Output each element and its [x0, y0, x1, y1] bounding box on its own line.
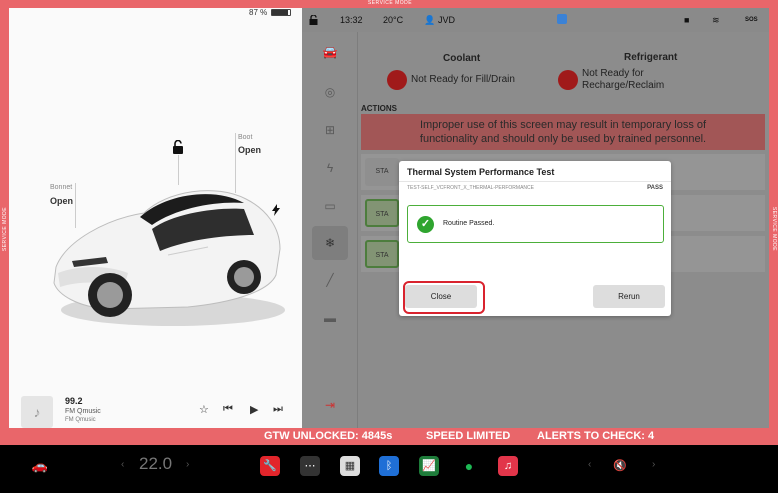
service-mode-right-label: SERVICE MODE — [771, 206, 778, 252]
wrench-icon[interactable]: 🔧 — [260, 456, 280, 476]
volume-up-chevron-icon[interactable]: › — [652, 459, 655, 470]
coolant-status-dot — [387, 70, 407, 90]
gtw-unlocked-status: GTW UNLOCKED: 4845s — [264, 430, 393, 442]
refrigerant-status-dot — [558, 70, 578, 90]
energy-graph-icon[interactable]: 📈 — [419, 456, 439, 476]
music-note-icon[interactable]: ♪ — [21, 396, 53, 428]
lightning-icon[interactable]: ϟ — [322, 160, 338, 176]
result-message-box: ✓ Routine Passed. — [407, 205, 664, 243]
mute-icon[interactable]: 🔇 — [610, 456, 630, 476]
more-apps-icon[interactable]: ⋯ — [300, 456, 320, 476]
alerts-to-check[interactable]: ALERTS TO CHECK: 4 — [537, 430, 654, 442]
warning-line2: functionality and should only be used by… — [419, 133, 707, 145]
service-mode-top-label: SERVICE MODE — [367, 0, 413, 6]
coolant-status: Not Ready for Fill/Drain — [411, 74, 515, 85]
battery-fill — [272, 10, 288, 15]
temp-increase-chevron-icon[interactable]: › — [186, 459, 189, 470]
service-sidebar: 🚘 ◎ ⊞ ϟ ▭ ❄ ╱ ▬ ⇥ — [302, 32, 358, 445]
temp-decrease-chevron-icon[interactable]: ‹ — [121, 459, 124, 470]
steering-wheel-icon[interactable]: ◎ — [322, 84, 338, 100]
snowflake-icon[interactable]: ❄ — [312, 226, 348, 260]
boot-label: Boot — [238, 134, 253, 141]
dialog-divider — [399, 181, 671, 182]
spotify-icon[interactable]: ● — [459, 456, 479, 476]
start-button[interactable]: STA — [365, 199, 399, 227]
test-result-status: PASS — [647, 185, 663, 191]
rerun-button[interactable]: Rerun — [593, 285, 665, 308]
refrigerant-status-line2: Recharge/Reclaim — [582, 80, 665, 91]
lock-icon[interactable] — [309, 14, 318, 27]
result-message: Routine Passed. — [443, 220, 495, 227]
refrigerant-title: Refrigerant — [624, 52, 678, 63]
speed-limited-status: SPEED LIMITED — [426, 430, 511, 442]
clock: 13:32 — [340, 15, 363, 25]
battery-icon — [271, 9, 292, 16]
bluetooth-icon[interactable]: ᛒ — [379, 456, 399, 476]
chip-icon[interactable]: ⊞ — [322, 122, 338, 138]
calendar-icon[interactable]: ▦ — [340, 456, 360, 476]
favorite-star-icon[interactable]: ☆ — [199, 403, 209, 416]
map-pin-icon[interactable] — [557, 14, 567, 24]
dialog-title: Thermal System Performance Test — [407, 167, 555, 177]
exit-icon[interactable]: ⇥ — [322, 397, 338, 413]
user-profile-name[interactable]: JVD — [438, 15, 455, 25]
test-id: TEST-SELF_VCFRONT_X_THERMAL-PERFORMANCE — [407, 185, 534, 191]
previous-track-icon[interactable]: ⏮ — [223, 403, 233, 416]
coolant-title: Coolant — [443, 53, 481, 64]
brush-icon[interactable]: ╱ — [322, 272, 338, 288]
status-bar: 13:32 20°C 👤 JVD ■ ≋ SOS — [302, 8, 769, 32]
taskbar: 🚗 ‹ 22.0 › 🔧 ⋯ ▦ ᛒ 📈 ● ♫ ‹ 🔇 › — [0, 445, 778, 493]
car-icon[interactable]: 🚗 — [30, 456, 50, 476]
play-icon[interactable]: ▶ — [250, 403, 258, 416]
dashcam-icon[interactable]: ■ — [684, 15, 689, 25]
user-icon[interactable]: 👤 — [424, 15, 435, 26]
media-sub-source: FM Qmusic — [65, 417, 96, 423]
battery-percent: 87 % — [249, 8, 268, 17]
battery-icon[interactable]: ▭ — [322, 198, 338, 214]
warning-banner: Improper use of this screen may result i… — [361, 114, 765, 150]
start-button[interactable]: STA — [365, 158, 399, 186]
car-icon[interactable]: 🚘 — [322, 44, 338, 60]
warning-line1: Improper use of this screen may result i… — [419, 119, 707, 131]
car-image[interactable] — [48, 175, 288, 340]
music-app-icon[interactable]: ♫ — [498, 456, 518, 476]
sos-icon[interactable]: SOS — [745, 17, 758, 23]
actions-heading: ACTIONS — [361, 104, 397, 113]
refrigerant-status-line1: Not Ready for — [582, 68, 644, 79]
battery-indicator: 87 % — [249, 8, 292, 17]
media-source: FM Qmusic — [65, 408, 101, 415]
close-button-highlight — [403, 281, 485, 314]
cabin-temperature[interactable]: 22.0 — [139, 454, 172, 474]
check-icon: ✓ — [417, 216, 434, 233]
start-button[interactable]: STA — [365, 240, 399, 268]
boot-status[interactable]: Open — [238, 145, 261, 155]
service-alert-bar: GTW UNLOCKED: 4845s SPEED LIMITED ALERTS… — [0, 428, 778, 445]
folder-icon[interactable]: ▬ — [322, 310, 338, 326]
outside-temperature: 20°C — [383, 15, 404, 25]
next-track-icon[interactable]: ⏭ — [273, 403, 283, 416]
wifi-icon: ≋ — [712, 15, 720, 25]
media-station: 99.2 — [65, 396, 83, 406]
volume-down-chevron-icon[interactable]: ‹ — [588, 459, 591, 470]
service-mode-left-label: SERVICE MODE — [2, 206, 9, 252]
